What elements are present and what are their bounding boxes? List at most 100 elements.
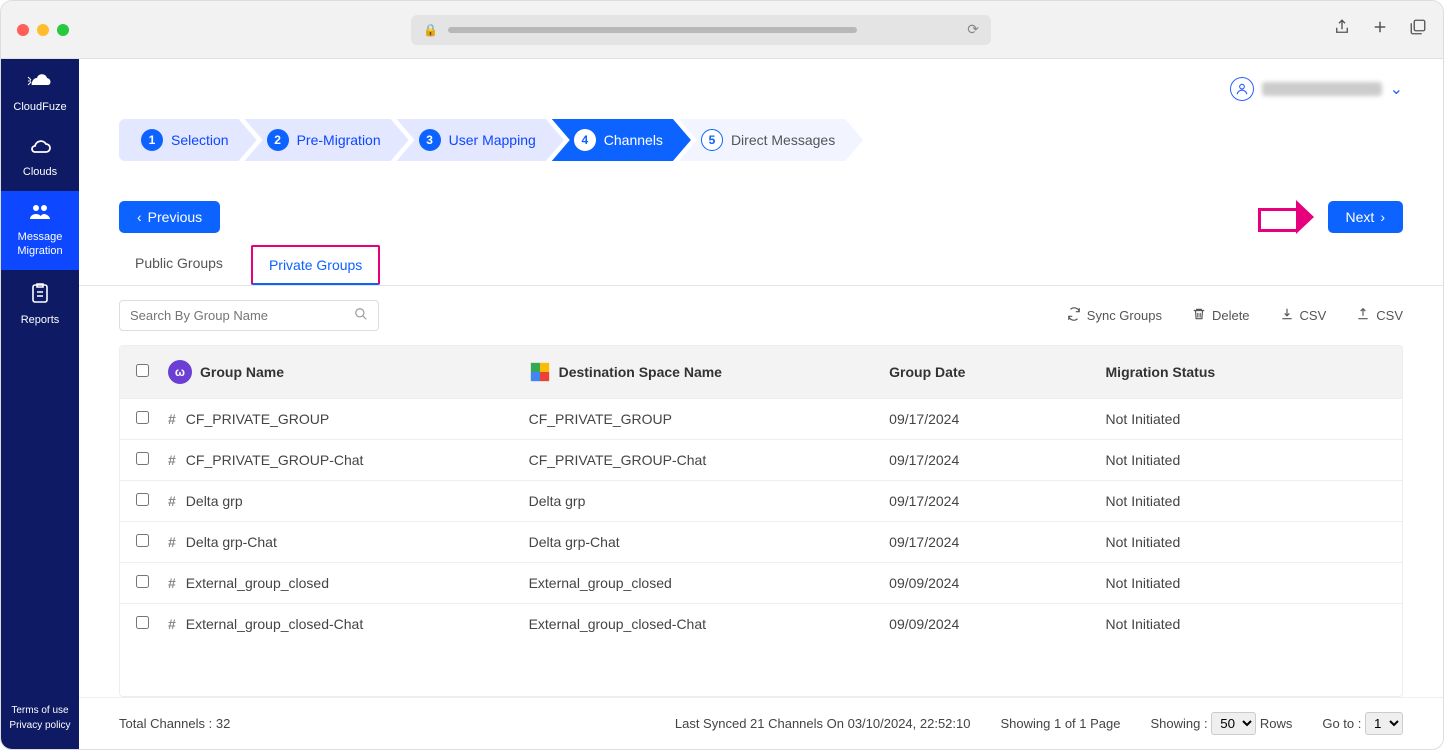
dest-app-icon [529, 361, 551, 383]
goto-page-select[interactable]: 1 [1365, 712, 1403, 735]
cell-migration-status: Not Initiated [1106, 534, 1394, 550]
last-synced: Last Synced 21 Channels On 03/10/2024, 2… [675, 716, 971, 731]
previous-label: Previous [148, 209, 202, 225]
step-number: 2 [267, 129, 289, 151]
chevron-right-icon: › [1380, 209, 1385, 225]
previous-button[interactable]: ‹ Previous [119, 201, 220, 233]
groups-table: ω Group Name Destination Space Name Grou… [119, 345, 1403, 697]
minimize-window-button[interactable] [37, 24, 49, 36]
refresh-icon[interactable]: ⟳ [967, 21, 979, 38]
table-row: # CF_PRIVATE_GROUP CF_PRIVATE_GROUP 09/1… [120, 398, 1402, 439]
step-label: Direct Messages [731, 132, 835, 148]
rows-label: Rows [1260, 716, 1293, 731]
share-icon[interactable] [1333, 18, 1351, 41]
cell-group-date: 09/17/2024 [889, 534, 1105, 550]
hash-icon: # [168, 534, 176, 550]
header-migration-status: Migration Status [1106, 364, 1394, 380]
cell-group-name: CF_PRIVATE_GROUP [186, 411, 329, 427]
row-checkbox[interactable] [136, 575, 149, 588]
csv-download-button[interactable]: CSV [1280, 307, 1327, 324]
csv-up-label: CSV [1376, 308, 1403, 323]
stepper: 1 Selection 2 Pre-Migration 3 User Mappi… [79, 119, 1443, 161]
sync-groups-button[interactable]: Sync Groups [1067, 307, 1162, 324]
privacy-link[interactable]: Privacy policy [9, 718, 70, 733]
sidebar-item-clouds[interactable]: Clouds [1, 126, 79, 191]
address-bar[interactable]: 🔒 ⟳ [411, 15, 991, 45]
people-icon [28, 203, 52, 227]
search-input[interactable] [130, 308, 354, 323]
showing-label: Showing : [1150, 716, 1207, 731]
cell-migration-status: Not Initiated [1106, 493, 1394, 509]
tabs-icon[interactable] [1409, 18, 1427, 41]
sidebar-item-message-migration[interactable]: Message Migration [1, 191, 79, 269]
select-all-checkbox[interactable] [136, 364, 149, 377]
app-window: 🔒 ⟳ CloudFuze [0, 0, 1444, 750]
hash-icon: # [168, 411, 176, 427]
chevron-left-icon: ‹ [137, 209, 142, 225]
lock-icon: 🔒 [423, 23, 438, 37]
cell-group-name: Delta grp-Chat [186, 534, 277, 550]
row-checkbox[interactable] [136, 452, 149, 465]
cell-dest-space: Delta grp-Chat [529, 534, 890, 550]
cell-dest-space: CF_PRIVATE_GROUP [529, 411, 890, 427]
cell-migration-status: Not Initiated [1106, 411, 1394, 427]
cell-group-date: 09/17/2024 [889, 493, 1105, 509]
cell-migration-status: Not Initiated [1106, 575, 1394, 591]
user-menu[interactable]: ⌄ [1230, 77, 1403, 101]
sidebar-item-label: CloudFuze [13, 101, 66, 114]
rows-per-page-select[interactable]: 50 [1211, 712, 1256, 735]
cell-group-name: Delta grp [186, 493, 243, 509]
cell-group-date: 09/09/2024 [889, 616, 1105, 632]
sidebar-item-label: Reports [21, 314, 60, 327]
chevron-down-icon: ⌄ [1390, 79, 1403, 99]
sidebar-item-label: Clouds [23, 166, 57, 179]
step-number: 3 [419, 129, 441, 151]
step-user-mapping[interactable]: 3 User Mapping [397, 119, 564, 161]
hash-icon: # [168, 452, 176, 468]
step-channels[interactable]: 4 Channels [552, 119, 691, 161]
tab-private-groups[interactable]: Private Groups [251, 245, 380, 285]
goto-label: Go to : [1322, 716, 1361, 731]
cell-group-name: CF_PRIVATE_GROUP-Chat [186, 452, 364, 468]
cell-dest-space: External_group_closed-Chat [529, 616, 890, 632]
next-label: Next [1346, 209, 1375, 225]
search-box[interactable] [119, 300, 379, 331]
terms-link[interactable]: Terms of use [9, 703, 70, 718]
browser-actions [1333, 18, 1427, 41]
step-direct-messages[interactable]: 5 Direct Messages [679, 119, 863, 161]
row-checkbox[interactable] [136, 493, 149, 506]
search-icon [354, 307, 368, 324]
sidebar: CloudFuze Clouds Message Migration Repor… [1, 59, 79, 749]
step-pre-migration[interactable]: 2 Pre-Migration [245, 119, 409, 161]
sidebar-item-reports[interactable]: Reports [1, 270, 79, 339]
sidebar-item-label: Message Migration [5, 231, 75, 257]
step-label: User Mapping [449, 132, 536, 148]
step-label: Pre-Migration [297, 132, 381, 148]
delete-button[interactable]: Delete [1192, 307, 1250, 324]
step-selection[interactable]: 1 Selection [119, 119, 257, 161]
source-app-icon: ω [168, 360, 192, 384]
browser-chrome: 🔒 ⟳ [1, 1, 1443, 59]
main-content: ⌄ 1 Selection 2 Pre-Migration 3 User Map… [79, 59, 1443, 749]
table-row: # External_group_closed-Chat External_gr… [120, 603, 1402, 644]
table-row: # Delta grp Delta grp 09/17/2024 Not Ini… [120, 480, 1402, 521]
upload-icon [1356, 307, 1370, 324]
row-checkbox[interactable] [136, 616, 149, 629]
new-tab-icon[interactable] [1371, 18, 1389, 41]
sidebar-footer: Terms of use Privacy policy [5, 693, 74, 749]
row-checkbox[interactable] [136, 411, 149, 424]
trash-icon [1192, 307, 1206, 324]
row-checkbox[interactable] [136, 534, 149, 547]
maximize-window-button[interactable] [57, 24, 69, 36]
close-window-button[interactable] [17, 24, 29, 36]
csv-upload-button[interactable]: CSV [1356, 307, 1403, 324]
table-toolbar: Sync Groups Delete CSV [79, 286, 1443, 345]
sidebar-item-cloudfuze[interactable]: CloudFuze [1, 59, 79, 126]
cell-group-date: 09/17/2024 [889, 411, 1105, 427]
csv-down-label: CSV [1300, 308, 1327, 323]
next-button[interactable]: Next › [1328, 201, 1403, 233]
cell-dest-space: Delta grp [529, 493, 890, 509]
address-bar-wrap: 🔒 ⟳ [69, 15, 1333, 45]
tab-public-groups[interactable]: Public Groups [119, 245, 239, 285]
delete-label: Delete [1212, 308, 1250, 323]
